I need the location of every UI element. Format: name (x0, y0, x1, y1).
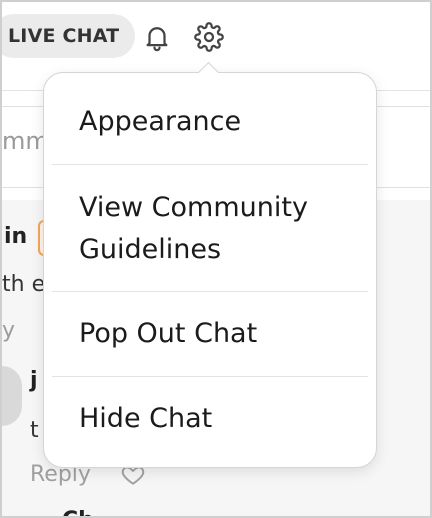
comment-body: t (30, 418, 39, 443)
menu-divider (52, 376, 368, 377)
menu-item-hide-chat[interactable]: Hide Chat (44, 398, 376, 440)
menu-divider (52, 291, 368, 292)
menu-divider (52, 164, 368, 165)
live-chat-button[interactable]: LIVE CHAT (2, 14, 136, 58)
comment-author[interactable]: Ch (62, 508, 94, 516)
comment-author[interactable]: in (4, 224, 27, 249)
menu-item-view-community-guidelines[interactable]: View Community Guidelines (44, 187, 344, 271)
comment-body: th e (2, 272, 46, 297)
gear-icon (194, 22, 224, 52)
menu-item-pop-out-chat[interactable]: Pop Out Chat (44, 313, 376, 355)
avatar[interactable] (2, 366, 22, 426)
chat-panel: LIVE CHAT mm in th e y j t Reply Ch Appe… (0, 0, 432, 518)
menu-item-appearance[interactable]: Appearance (44, 101, 376, 143)
reply-button[interactable]: y (2, 318, 15, 343)
comment-input-placeholder: mm (2, 127, 49, 155)
comment-author[interactable]: j (30, 368, 38, 393)
notifications-button[interactable] (140, 20, 174, 54)
settings-button[interactable] (192, 20, 226, 54)
bell-icon (146, 27, 168, 52)
chat-header: LIVE CHAT (2, 2, 430, 72)
settings-menu: Appearance View Community Guidelines Pop… (43, 72, 377, 468)
live-chat-label: LIVE CHAT (8, 25, 120, 47)
